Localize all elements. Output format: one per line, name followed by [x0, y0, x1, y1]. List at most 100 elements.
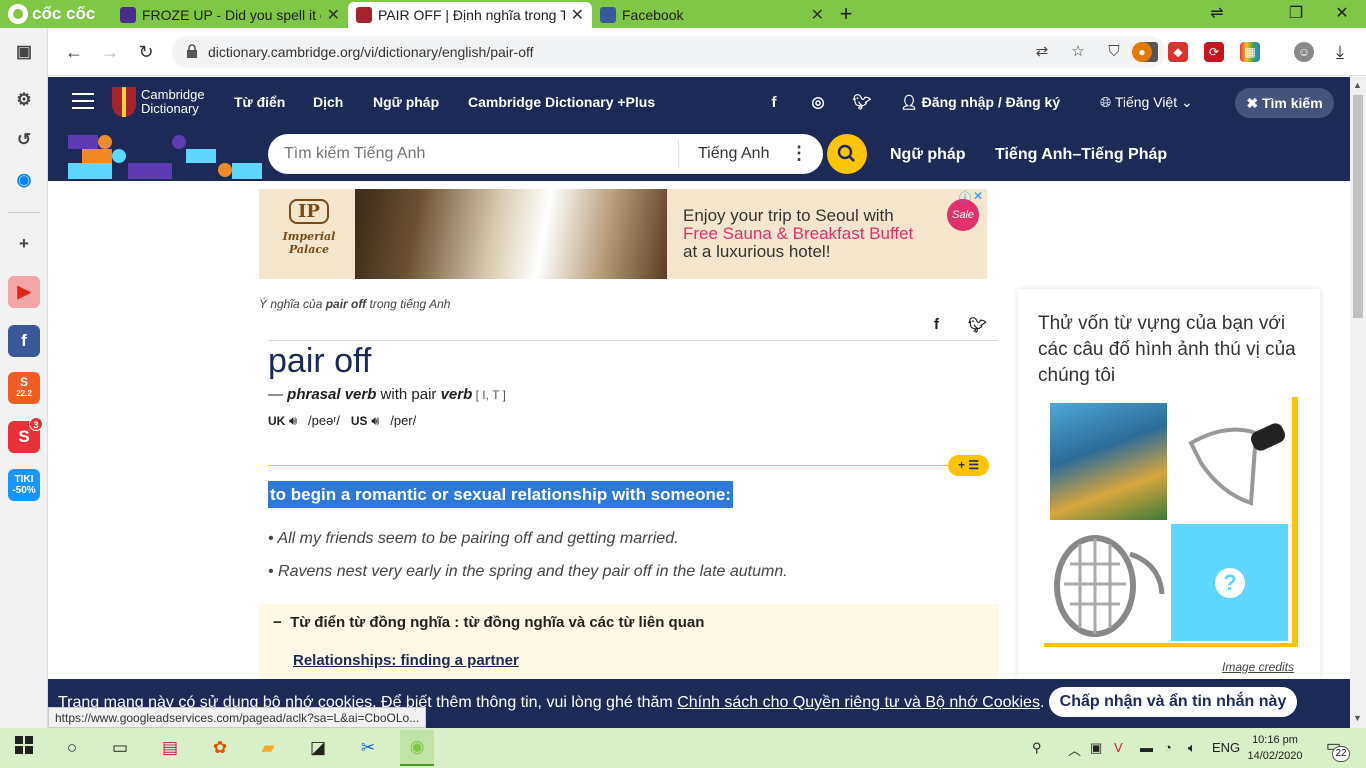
dishwasher-image[interactable]: [1050, 403, 1167, 520]
extension-sync-icon[interactable]: ⟳: [1204, 42, 1224, 62]
language-selector[interactable]: 🌐︎ Tiếng Việt ⌄: [1100, 94, 1193, 111]
more-options-icon[interactable]: ⋮: [790, 143, 808, 164]
tray-app-icon[interactable]: ▣: [1090, 740, 1102, 756]
thesaurus-link[interactable]: Relationships: finding a partner: [293, 652, 519, 669]
quiz-image-grid[interactable]: ?: [1044, 397, 1298, 647]
forward-arrow-icon[interactable]: →: [98, 40, 122, 64]
system-clock[interactable]: 10:16 pm 14/02/2020: [1240, 732, 1310, 764]
address-bar[interactable]: dictionary.cambridge.org/vi/dictionary/e…: [172, 36, 1166, 68]
task-view-icon[interactable]: ▭: [108, 736, 132, 760]
translate-icon[interactable]: ⇄: [1032, 42, 1052, 62]
close-window-icon[interactable]: ✕: [1322, 0, 1362, 28]
coccoc-brand[interactable]: cốc cốc: [0, 0, 112, 28]
grammar-link[interactable]: Ngữ pháp: [890, 146, 966, 164]
restore-window-icon[interactable]: ❐: [1276, 0, 1316, 28]
logo-line-1: Cambridge: [141, 87, 205, 102]
input-language[interactable]: ENG: [1212, 740, 1240, 755]
history-icon[interactable]: ↺: [8, 124, 40, 156]
nav-translate[interactable]: Dịch: [313, 94, 343, 110]
close-tab-icon[interactable]: ✕: [571, 5, 584, 25]
image-credits-link[interactable]: Image credits: [1222, 660, 1294, 674]
bookmark-star-icon[interactable]: ☆: [1068, 42, 1088, 62]
tray-unikey-icon[interactable]: V: [1114, 740, 1123, 755]
quiz-title: Thử vốn từ vựng của bạn với các câu đố h…: [1038, 313, 1296, 386]
share-twitter-icon[interactable]: 🐦︎: [968, 316, 987, 334]
instagram-icon[interactable]: ◎: [808, 93, 828, 113]
cambridge-logo[interactable]: Cambridge Dictionary: [112, 87, 205, 117]
add-to-wordlist-icon[interactable]: + ☰: [948, 455, 989, 476]
thesaurus-heading[interactable]: − Từ điển từ đồng nghĩa : từ đồng nghĩa …: [273, 614, 704, 631]
close-tab-icon[interactable]: ✕: [811, 5, 824, 25]
hamburger-menu-icon[interactable]: [72, 93, 94, 111]
search-toggle-button[interactable]: ✖ Tìm kiếm: [1235, 88, 1334, 118]
ad-banner[interactable]: IP Imperial Palace Enjoy your trip to Se…: [259, 189, 987, 279]
volume-icon[interactable]: 🔈︎: [1188, 740, 1196, 756]
extension-chrome-icon[interactable]: ●: [1132, 42, 1152, 62]
wifi-icon[interactable]: ◔: [1164, 740, 1172, 755]
tab-list-icon[interactable]: ⇌: [1197, 0, 1237, 28]
tiki-icon[interactable]: TIKI -50%: [8, 469, 40, 501]
nav-plus[interactable]: Cambridge Dictionary +Plus: [468, 94, 655, 110]
tab-facebook[interactable]: Facebook ✕: [592, 2, 832, 28]
downloads-icon[interactable]: ⤓: [1328, 40, 1352, 64]
messenger-icon[interactable]: ◉: [8, 164, 40, 196]
shopee-icon[interactable]: S 22.2: [8, 372, 40, 404]
mystery-image[interactable]: ?: [1171, 524, 1288, 641]
extension-shield-icon[interactable]: ◆: [1168, 42, 1188, 62]
twitter-icon[interactable]: 🐦︎: [852, 93, 872, 113]
english-french-link[interactable]: Tiếng Anh–Tiếng Pháp: [995, 146, 1167, 164]
tab-pair-off[interactable]: PAIR OFF | Định nghĩa trong T ✕: [348, 2, 592, 28]
sidebar-toggle-icon[interactable]: ▣: [8, 36, 40, 68]
sendo-icon[interactable]: S 3: [8, 417, 43, 453]
sticky-notes-icon[interactable]: ◪: [306, 736, 330, 760]
picture-quiz-panel[interactable]: Thử vốn từ vựng của bạn với các câu đố h…: [1018, 289, 1320, 679]
cortana-search-icon[interactable]: ○: [60, 736, 84, 760]
nav-dictionary[interactable]: Từ điển: [234, 94, 285, 110]
page-scrollbar[interactable]: ▲ ▼: [1350, 77, 1366, 728]
adchoices-icon[interactable]: ⓘ: [959, 189, 971, 206]
battery-icon[interactable]: ▬: [1140, 740, 1153, 755]
uk-audio-speaker-icon[interactable]: 🔊︎: [289, 413, 301, 428]
tiki-discount: -50%: [12, 485, 36, 496]
extension-colorful-icon[interactable]: ▦: [1240, 42, 1260, 62]
peeler-image[interactable]: [1171, 403, 1288, 520]
app-paint-icon[interactable]: ✿: [208, 736, 232, 760]
tab-froze-up[interactable]: FROZE UP - Did you spell it co ✕: [112, 2, 348, 28]
windows-logo-icon: [15, 736, 33, 754]
search-button[interactable]: [827, 134, 867, 174]
reload-icon[interactable]: ↻: [134, 40, 158, 64]
add-sidebar-item-icon[interactable]: +: [8, 228, 40, 260]
facebook-icon[interactable]: f: [764, 93, 784, 113]
privacy-policy-link[interactable]: Chính sách cho Quyền riêng tư và Bộ nhớ …: [677, 694, 1040, 711]
youtube-icon[interactable]: ▶: [8, 276, 40, 308]
scroll-thumb[interactable]: [1353, 95, 1363, 318]
close-ad-icon[interactable]: ✕: [973, 189, 983, 203]
back-arrow-icon[interactable]: ←: [62, 40, 86, 64]
people-icon[interactable]: ⚲: [1032, 740, 1042, 756]
login-link[interactable]: 👤︎ Đăng nhập / Đăng ký: [900, 94, 1060, 111]
us-audio-speaker-icon[interactable]: 🔊︎: [371, 413, 383, 428]
crumb-word: pair off: [325, 297, 367, 311]
profile-avatar[interactable]: ☺: [1294, 42, 1314, 62]
nav-grammar[interactable]: Ngữ pháp: [373, 94, 439, 110]
dictionary-select[interactable]: Tiếng Anh: [698, 145, 769, 163]
app-dictionary-icon[interactable]: ▤: [158, 736, 182, 760]
browser-tab-strip: cốc cốc FROZE UP - Did you spell it co ✕…: [0, 0, 1366, 28]
facebook-icon[interactable]: f: [8, 325, 40, 357]
accept-cookies-button[interactable]: Chấp nhận và ẩn tin nhắn này: [1049, 687, 1297, 717]
settings-gear-icon[interactable]: ⚙: [8, 84, 40, 116]
coccoc-taskbar-icon[interactable]: ◉: [400, 730, 434, 766]
scroll-down-icon[interactable]: ▼: [1353, 713, 1362, 723]
windows-start-icon[interactable]: [12, 736, 36, 760]
close-tab-icon[interactable]: ✕: [327, 5, 340, 25]
new-tab-icon[interactable]: +: [836, 2, 856, 26]
search-input[interactable]: Tìm kiếm Tiếng Anh Tiếng Anh ⋮: [268, 134, 823, 174]
share-facebook-icon[interactable]: f: [934, 316, 939, 333]
masher-image[interactable]: [1050, 524, 1167, 641]
tray-expand-icon[interactable]: ︿: [1068, 740, 1081, 759]
search-placeholder: Tìm kiếm Tiếng Anh: [284, 145, 426, 162]
file-explorer-icon[interactable]: ▰: [256, 736, 280, 760]
app-snipping-icon[interactable]: ✂: [356, 736, 380, 760]
shield-icon[interactable]: ⛉: [1104, 42, 1124, 62]
scroll-up-icon[interactable]: ▲: [1353, 80, 1362, 90]
